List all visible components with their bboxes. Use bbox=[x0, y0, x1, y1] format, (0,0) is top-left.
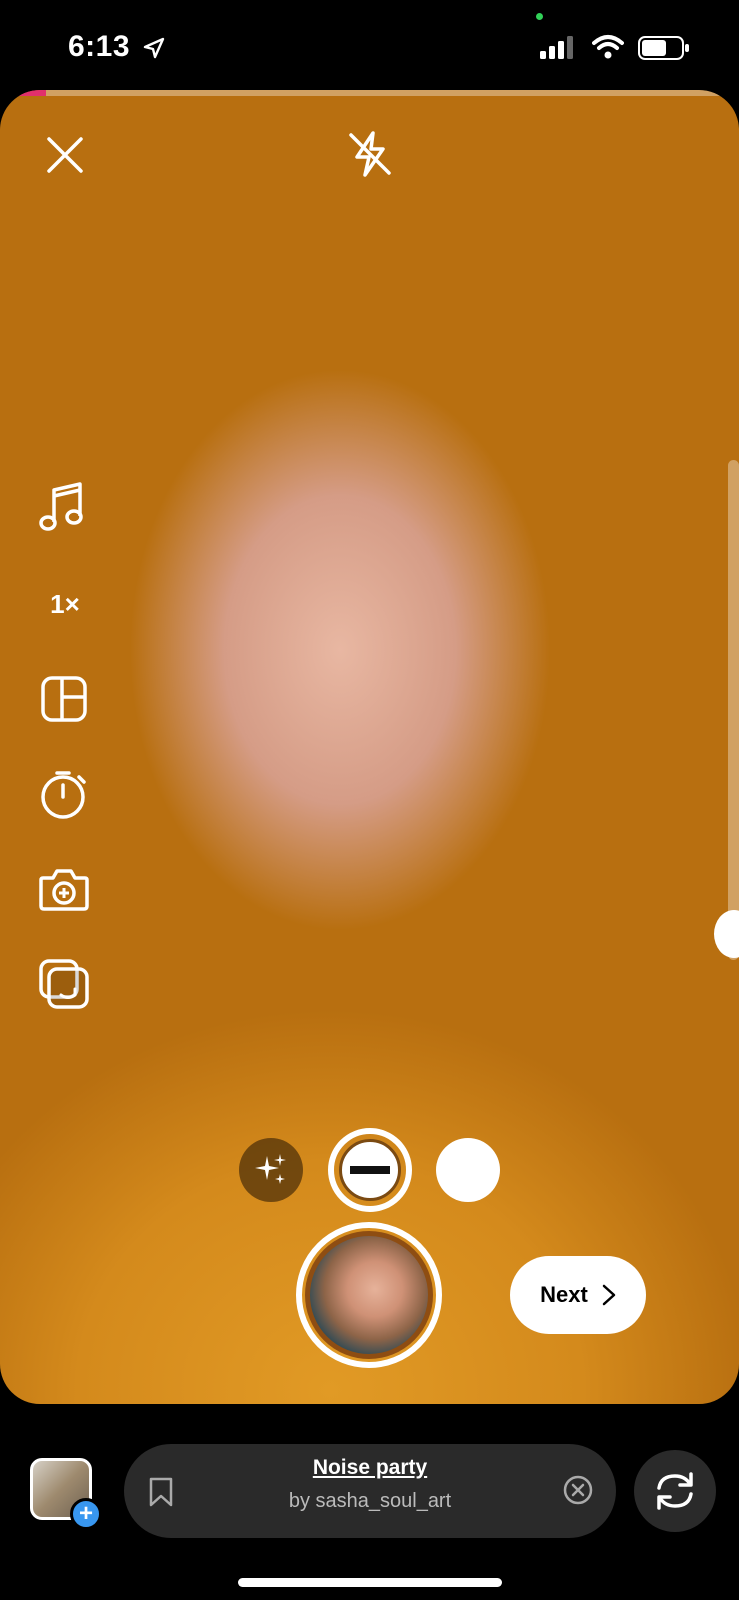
multi-capture-icon bbox=[39, 959, 89, 1009]
gallery-add-badge: + bbox=[70, 1498, 102, 1530]
home-indicator[interactable] bbox=[238, 1578, 502, 1587]
multi-capture-button[interactable] bbox=[38, 958, 90, 1010]
timer-icon bbox=[41, 771, 86, 819]
sparkle-icon bbox=[255, 1154, 286, 1184]
next-label: Next bbox=[540, 1282, 588, 1307]
bookmark-icon[interactable] bbox=[146, 1476, 176, 1508]
close-icon bbox=[47, 137, 83, 173]
capture-progress bbox=[0, 90, 46, 96]
layout-grid-icon bbox=[41, 676, 87, 722]
cellular-signal-icon bbox=[540, 36, 573, 59]
chevron-right-icon bbox=[602, 1284, 616, 1306]
zoom-slider-track[interactable] bbox=[728, 460, 739, 960]
privacy-indicator-dot bbox=[536, 13, 543, 20]
effect-glyph bbox=[350, 1166, 390, 1174]
capture-progress-track bbox=[46, 90, 739, 96]
effects-browse-button[interactable] bbox=[239, 1138, 303, 1202]
dual-camera-icon bbox=[39, 869, 89, 911]
music-button[interactable] bbox=[36, 480, 88, 536]
location-arrow-icon bbox=[143, 37, 165, 59]
music-note-icon bbox=[39, 482, 83, 531]
status-time: 6:13 bbox=[68, 30, 131, 63]
remove-circle-icon[interactable] bbox=[562, 1474, 594, 1506]
effect-selected-noise-party[interactable] bbox=[328, 1128, 412, 1212]
battery-icon bbox=[638, 36, 689, 60]
flip-camera-icon bbox=[657, 1472, 693, 1510]
shutter-button[interactable] bbox=[296, 1222, 442, 1368]
close-button[interactable] bbox=[40, 130, 90, 180]
next-button[interactable]: Next bbox=[510, 1256, 646, 1334]
wifi-icon bbox=[592, 35, 624, 59]
effect-option[interactable] bbox=[436, 1138, 500, 1202]
dual-camera-button[interactable] bbox=[38, 864, 90, 914]
status-bar: 6:13 bbox=[0, 0, 739, 90]
effect-name[interactable]: Noise party bbox=[200, 1456, 540, 1480]
effect-author[interactable]: by sasha_soul_art bbox=[200, 1490, 540, 1513]
layout-button[interactable] bbox=[38, 674, 90, 724]
flash-toggle-button[interactable] bbox=[342, 126, 398, 182]
profile-thumbnail bbox=[305, 1231, 433, 1359]
flip-camera-button[interactable] bbox=[634, 1450, 716, 1532]
effect-thumbnail bbox=[339, 1139, 401, 1201]
flash-off-icon bbox=[349, 131, 391, 177]
speed-button[interactable]: 1× bbox=[40, 586, 90, 622]
timer-button[interactable] bbox=[38, 768, 90, 822]
